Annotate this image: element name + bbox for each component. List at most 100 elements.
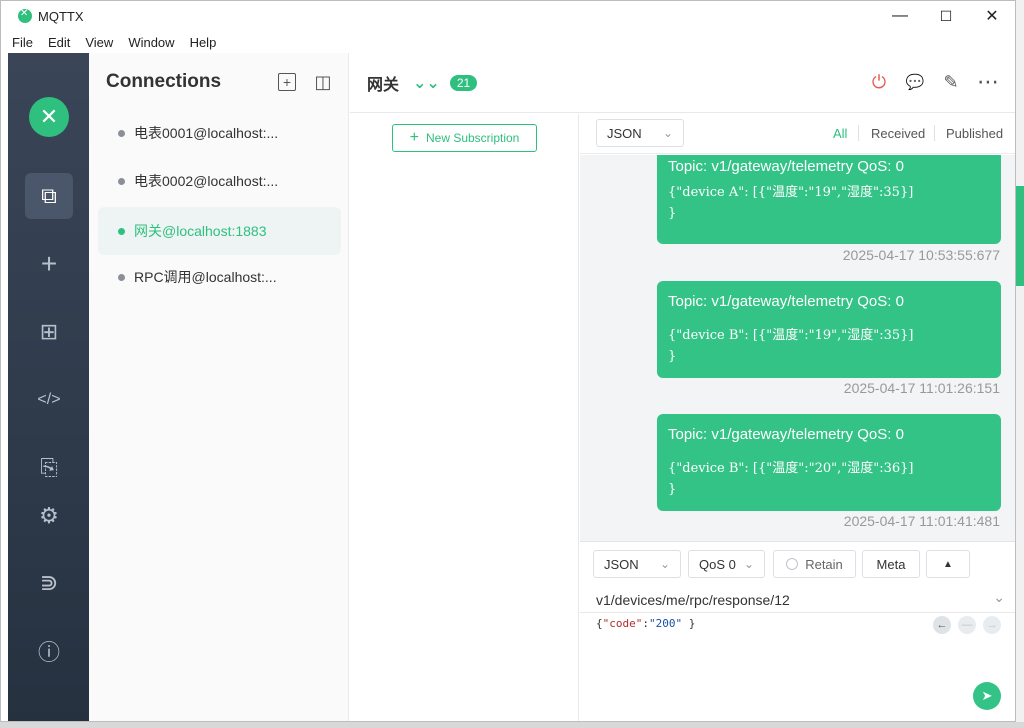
topology-icon[interactable]: ⊞ bbox=[25, 309, 73, 355]
message-payload: {"device B": [{"温度":"20","湿度":36}] } bbox=[668, 458, 988, 500]
taskbar-edge bbox=[0, 722, 1024, 728]
message-topic: Topic: v1/gateway/telemetry QoS: 0 bbox=[668, 426, 904, 443]
chevron-down-icon: ⌄ bbox=[743, 557, 754, 571]
disconnect-icon[interactable]: ⏻ bbox=[868, 71, 890, 93]
message-list[interactable]: Topic: v1/gateway/telemetry QoS: 0 {"dev… bbox=[580, 155, 1015, 541]
payload-line: {"device A": [{"温度":"19","湿度":35}] bbox=[668, 185, 914, 200]
mqttx-logo-icon: ✕ bbox=[29, 97, 69, 137]
connection-label: 网关@localhost:1883 bbox=[134, 223, 267, 239]
topic-input[interactable]: v1/devices/me/rpc/response/12 bbox=[596, 588, 1006, 612]
connection-title: 网关 bbox=[367, 76, 400, 94]
nav-rail: ✕ ⧉ + ⊞ </> ⎘ ⚙ ⋑ ⓘ bbox=[8, 53, 89, 721]
menu-window[interactable]: Window bbox=[126, 35, 176, 50]
window-title: MQTTX bbox=[38, 8, 84, 24]
settings-icon[interactable]: ⚙ bbox=[25, 493, 73, 539]
payload-line: {"device B": [{"温度":"19","湿度":35}] bbox=[668, 328, 914, 343]
connection-item[interactable]: 电表0002@localhost:... bbox=[98, 157, 341, 205]
history-reset-icon[interactable]: — bbox=[958, 616, 976, 634]
connection-item[interactable]: 电表0001@localhost:... bbox=[98, 109, 341, 157]
add-icon[interactable]: + bbox=[25, 241, 73, 287]
tab-published[interactable]: Published bbox=[946, 126, 1003, 141]
payload-colon: : bbox=[642, 617, 649, 630]
minimize-button[interactable]: — bbox=[877, 1, 923, 31]
payload-format-select[interactable]: JSON ⌄ bbox=[596, 119, 684, 147]
menu-file[interactable]: File bbox=[10, 35, 35, 50]
message-bubble[interactable]: Topic: v1/gateway/telemetry QoS: 0 {"dev… bbox=[657, 281, 1001, 378]
expand-button[interactable]: ▲ bbox=[926, 550, 970, 578]
qos-value: QoS 0 bbox=[699, 556, 736, 572]
payload-line: {"device B": [{"温度":"20","湿度":36}] bbox=[668, 461, 914, 476]
connection-header: 网关 ⌄⌄ 21 ⏻ 💬 ✎ ⋯ bbox=[350, 53, 1015, 113]
payload-line: } bbox=[668, 206, 677, 221]
payload-editor[interactable]: {"code":"200" } bbox=[580, 612, 1015, 721]
retain-radio-icon bbox=[786, 558, 799, 570]
payload-format-value: JSON bbox=[607, 125, 642, 141]
chevron-down-icon: ⌄ bbox=[659, 557, 670, 571]
message-bubble[interactable]: Topic: v1/gateway/telemetry QoS: 0 {"dev… bbox=[657, 414, 1001, 511]
collapse-icon[interactable]: ⌄⌄ bbox=[413, 73, 440, 93]
background-accent bbox=[1016, 186, 1024, 286]
history-next-icon[interactable]: → bbox=[983, 616, 1001, 634]
status-dot bbox=[118, 129, 125, 137]
toggle-layout-icon[interactable]: ◫ bbox=[314, 73, 332, 91]
script-icon[interactable]: </> bbox=[25, 377, 73, 423]
plus-icon: + bbox=[409, 129, 419, 146]
tab-received[interactable]: Received bbox=[871, 126, 925, 141]
new-subscription-button[interactable]: + New Subscription bbox=[392, 124, 537, 152]
tab-divider bbox=[934, 125, 935, 141]
new-connection-icon[interactable]: + bbox=[278, 73, 296, 91]
about-icon[interactable]: ⓘ bbox=[25, 628, 73, 674]
connection-item[interactable]: RPC调用@localhost:... bbox=[98, 253, 341, 301]
menu-view[interactable]: View bbox=[83, 35, 115, 50]
status-dot bbox=[118, 273, 125, 281]
close-button[interactable]: ✕ bbox=[969, 1, 1015, 31]
message-topic: Topic: v1/gateway/telemetry QoS: 0 bbox=[668, 293, 904, 310]
message-timestamp: 2025-04-17 11:01:41:481 bbox=[843, 513, 1000, 529]
menu-edit[interactable]: Edit bbox=[46, 35, 72, 50]
maximize-button[interactable]: ☐ bbox=[923, 1, 969, 31]
message-timestamp: 2025-04-17 11:01:26:151 bbox=[843, 380, 1000, 396]
payload-brace: { bbox=[596, 617, 603, 630]
message-timestamp: 2025-04-17 10:53:55:677 bbox=[842, 247, 1000, 263]
menu-bar: File Edit View Window Help bbox=[1, 31, 1015, 53]
payload-value: "200" bbox=[649, 617, 683, 630]
status-dot bbox=[118, 177, 125, 185]
qos-select[interactable]: QoS 0 ⌄ bbox=[688, 550, 765, 578]
connection-label: 电表0002@localhost:... bbox=[134, 173, 279, 189]
connection-item-active[interactable]: 网关@localhost:1883 bbox=[98, 207, 341, 255]
app-window: MQTTX — ☐ ✕ File Edit View Window Help ✕… bbox=[0, 0, 1016, 722]
chat-icon[interactable]: 💬 bbox=[904, 71, 926, 93]
app-logo-icon bbox=[18, 8, 32, 23]
message-payload: {"device B": [{"温度":"19","湿度":35}] } bbox=[668, 325, 988, 367]
subscriptions-panel: + New Subscription bbox=[350, 114, 579, 721]
connections-panel: Connections + ◫ 电表0001@localhost:... 电表0… bbox=[89, 53, 349, 721]
meta-button[interactable]: Meta bbox=[862, 550, 920, 578]
title-bar: MQTTX — ☐ ✕ bbox=[1, 1, 1015, 31]
publish-format-value: JSON bbox=[604, 556, 639, 572]
chevron-down-icon: ⌄ bbox=[662, 126, 673, 140]
menu-help[interactable]: Help bbox=[188, 35, 219, 50]
message-toolbar: JSON ⌄ All Received Published bbox=[580, 114, 1015, 154]
publish-area: JSON ⌄ QoS 0 ⌄ Retain Meta ▲ v1/devices/… bbox=[580, 541, 1015, 721]
edit-icon[interactable]: ✎ bbox=[940, 71, 962, 93]
retain-checkbox[interactable]: Retain bbox=[773, 550, 856, 578]
send-icon[interactable]: ➤ bbox=[973, 682, 1001, 710]
connection-label: 电表0001@localhost:... bbox=[134, 125, 279, 141]
connections-title: Connections bbox=[106, 71, 222, 92]
window-controls: — ☐ ✕ bbox=[877, 1, 1015, 31]
message-count-badge: 21 bbox=[449, 74, 478, 91]
payload-line: } bbox=[668, 482, 677, 497]
chevron-down-icon[interactable]: ⌄ bbox=[993, 589, 1005, 606]
publish-format-select[interactable]: JSON ⌄ bbox=[593, 550, 681, 578]
connections-icon[interactable]: ⧉ bbox=[25, 173, 73, 219]
new-subscription-label: New Subscription bbox=[425, 131, 520, 145]
message-payload: {"device A": [{"温度":"19","湿度":35}] } bbox=[668, 182, 988, 224]
subscribe-icon[interactable]: ⋑ bbox=[25, 560, 73, 606]
tab-all[interactable]: All bbox=[833, 126, 847, 141]
history-prev-icon[interactable]: ← bbox=[933, 616, 951, 634]
more-icon[interactable]: ⋯ bbox=[977, 69, 999, 94]
message-bubble[interactable]: Topic: v1/gateway/telemetry QoS: 0 {"dev… bbox=[657, 155, 1001, 244]
retain-label: Retain bbox=[805, 556, 843, 572]
log-icon[interactable]: ⎘ bbox=[25, 445, 73, 491]
connections-header: Connections + ◫ bbox=[89, 53, 348, 111]
